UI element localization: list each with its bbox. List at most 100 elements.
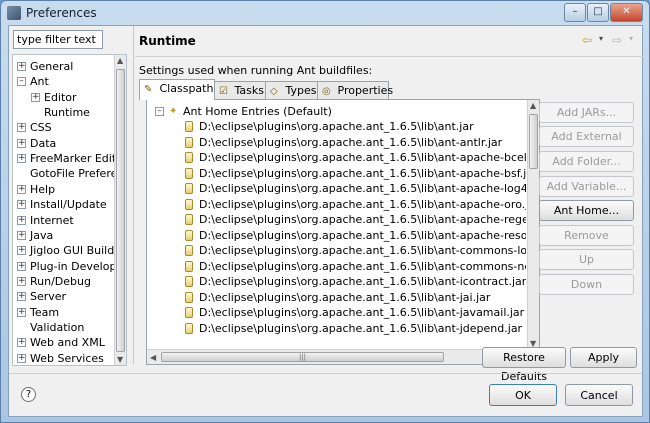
classpath-horizontal-scrollbar[interactable]: ◀ ||| ▶ bbox=[147, 349, 526, 364]
filter-input[interactable] bbox=[13, 30, 103, 49]
maximize-button[interactable]: □ bbox=[587, 3, 609, 22]
minimize-button[interactable]: – bbox=[564, 3, 586, 22]
tree-item-label: Plug-in Developm bbox=[30, 259, 127, 273]
tab-classpath[interactable]: ✎ Classpath bbox=[139, 79, 215, 100]
tree-item[interactable]: Runtime bbox=[13, 105, 115, 120]
tree-item[interactable]: + Help bbox=[13, 182, 115, 197]
expand-toggle-icon[interactable]: + bbox=[17, 123, 26, 133]
back-history-chevron-down-icon[interactable]: ▾ bbox=[599, 34, 603, 43]
back-arrow-icon[interactable]: ⇦ bbox=[582, 33, 592, 47]
tree-item-label: Web Services bbox=[30, 351, 104, 365]
expand-toggle-icon[interactable]: + bbox=[17, 230, 26, 240]
entry-label: D:\eclipse\plugins\org.apache.ant_1.6.5\… bbox=[199, 151, 526, 164]
expand-toggle-icon[interactable]: + bbox=[17, 138, 26, 148]
tree-item[interactable]: + Plug-in Developm bbox=[13, 259, 126, 274]
classpath-vscroll-thumb[interactable] bbox=[529, 114, 538, 169]
tree-item[interactable]: + FreeMarker Edito bbox=[13, 151, 123, 166]
expand-toggle-icon[interactable]: + bbox=[17, 353, 26, 363]
add-folder-button[interactable]: Add Folder... bbox=[539, 151, 634, 172]
help-icon[interactable]: ? bbox=[21, 387, 36, 402]
jar-file-icon bbox=[185, 121, 193, 132]
tree-item[interactable]: + Jigloo GUI Builde bbox=[13, 243, 121, 258]
tree-item[interactable]: + Internet bbox=[13, 213, 115, 228]
tab-tasks[interactable]: ☑ Tasks bbox=[214, 81, 266, 99]
close-button[interactable]: ✕ bbox=[610, 3, 643, 22]
tree-item[interactable]: + Java bbox=[13, 228, 115, 243]
expand-toggle-icon[interactable]: + bbox=[17, 200, 26, 210]
collapse-toggle-icon[interactable]: – bbox=[17, 77, 26, 87]
up-button[interactable]: Up bbox=[539, 249, 634, 270]
collapse-toggle-icon[interactable]: – bbox=[155, 107, 164, 116]
scroll-left-arrow-icon[interactable]: ◀ bbox=[150, 353, 156, 362]
expand-toggle-icon[interactable]: + bbox=[17, 215, 26, 225]
tree-item[interactable]: + Team bbox=[13, 305, 115, 320]
tree-item-label: Ant bbox=[30, 75, 49, 89]
scroll-up-arrow-icon[interactable]: ▲ bbox=[117, 56, 123, 65]
tree-item[interactable]: + Server bbox=[13, 289, 115, 304]
dialog-client-area: +General–Ant+EditorRuntime+CSS+Data+Free… bbox=[8, 25, 643, 417]
tree-item-label: Runtime bbox=[44, 106, 90, 120]
entry-label: D:\eclipse\plugins\org.apache.ant_1.6.5\… bbox=[199, 135, 503, 149]
tree-item-label: Internet bbox=[30, 213, 74, 227]
entry-label: D:\eclipse\plugins\org.apache.ant_1.6.5\… bbox=[199, 259, 526, 273]
expand-toggle-icon[interactable]: + bbox=[17, 292, 26, 302]
tree-vertical-scrollbar[interactable]: ▲ ▼ bbox=[114, 55, 126, 365]
expand-toggle-icon[interactable]: + bbox=[17, 276, 26, 286]
expand-toggle-icon[interactable]: + bbox=[17, 184, 26, 194]
jar-file-icon bbox=[185, 183, 193, 194]
tab-label: Classpath bbox=[159, 82, 214, 95]
tree-item[interactable]: Validation bbox=[13, 320, 115, 335]
tree-item-label: General bbox=[30, 60, 74, 73]
header-divider bbox=[135, 56, 643, 57]
ant-home-button[interactable]: Ant Home... bbox=[539, 200, 634, 221]
tree-scroll-thumb[interactable] bbox=[116, 69, 125, 352]
tree-item[interactable]: + Data bbox=[13, 136, 115, 151]
title-bar[interactable]: Preferences – □ ✕ bbox=[1, 1, 649, 25]
pane-splitter[interactable] bbox=[133, 26, 134, 364]
tree-item-label: Java bbox=[30, 228, 54, 242]
classpath-hscroll-thumb[interactable]: ||| bbox=[161, 352, 444, 362]
entry-label: D:\eclipse\plugins\org.apache.ant_1.6.5\… bbox=[199, 321, 523, 335]
expand-toggle-icon[interactable]: + bbox=[17, 154, 26, 164]
tree-item[interactable]: GotoFile Preferen bbox=[13, 166, 124, 181]
cancel-button[interactable]: Cancel bbox=[565, 384, 633, 406]
down-button[interactable]: Down bbox=[539, 274, 634, 295]
apply-button[interactable]: Apply bbox=[570, 347, 637, 368]
forward-arrow-icon[interactable]: ⇨ bbox=[612, 33, 622, 47]
entry-label: D:\eclipse\plugins\org.apache.ant_1.6.5\… bbox=[199, 275, 526, 288]
tab-types[interactable]: ◇ Types bbox=[265, 81, 318, 99]
expand-toggle-icon[interactable]: + bbox=[17, 307, 26, 317]
tree-item-label: Validation bbox=[30, 320, 85, 334]
page-description: Settings used when running Ant buildfile… bbox=[139, 64, 373, 77]
tree-item[interactable]: + Web and XML bbox=[13, 335, 115, 350]
tree-item[interactable]: + Install/Update bbox=[13, 197, 115, 212]
tree-item[interactable]: + CSS bbox=[13, 120, 115, 135]
tree-item[interactable]: + Web Services bbox=[13, 351, 115, 365]
forward-history-chevron-down-icon[interactable]: ▾ bbox=[629, 34, 633, 43]
expand-toggle-icon[interactable]: + bbox=[17, 62, 26, 71]
expand-toggle-icon[interactable]: + bbox=[31, 92, 40, 102]
entry-label: D:\eclipse\plugins\org.apache.ant_1.6.5\… bbox=[199, 197, 526, 211]
tab-properties[interactable]: ◎ Properties bbox=[317, 81, 393, 99]
add-jars-button[interactable]: Add JARs... bbox=[539, 102, 634, 123]
remove-button[interactable]: Remove bbox=[539, 225, 634, 246]
restore-defaults-button[interactable]: Restore Defaults bbox=[482, 347, 566, 383]
tree-item[interactable]: + Editor bbox=[13, 90, 115, 105]
window-title: Preferences bbox=[26, 6, 97, 20]
jar-file-icon bbox=[185, 260, 193, 272]
scroll-down-arrow-icon[interactable]: ▼ bbox=[117, 355, 123, 364]
ok-button[interactable]: OK bbox=[489, 384, 557, 406]
tree-item[interactable]: – Ant bbox=[13, 74, 115, 89]
tree-item[interactable]: + Run/Debug bbox=[13, 274, 115, 289]
expand-toggle-icon[interactable]: + bbox=[17, 338, 26, 348]
add-variable-button[interactable]: Add Variable... bbox=[539, 176, 634, 197]
tree-item-label: GotoFile Preferen bbox=[30, 167, 125, 181]
tree-item[interactable]: + General bbox=[13, 59, 115, 74]
tree-item-label: Run/Debug bbox=[30, 274, 91, 288]
classpath-vertical-scrollbar[interactable]: ▲ ▼ bbox=[527, 100, 539, 349]
add-external-jars-button[interactable]: Add External JARs... bbox=[539, 126, 634, 162]
expand-toggle-icon[interactable]: + bbox=[17, 246, 26, 256]
expand-toggle-icon[interactable]: + bbox=[17, 261, 26, 271]
jar-file-icon bbox=[185, 322, 193, 334]
scroll-up-arrow-icon[interactable]: ▲ bbox=[530, 101, 536, 110]
